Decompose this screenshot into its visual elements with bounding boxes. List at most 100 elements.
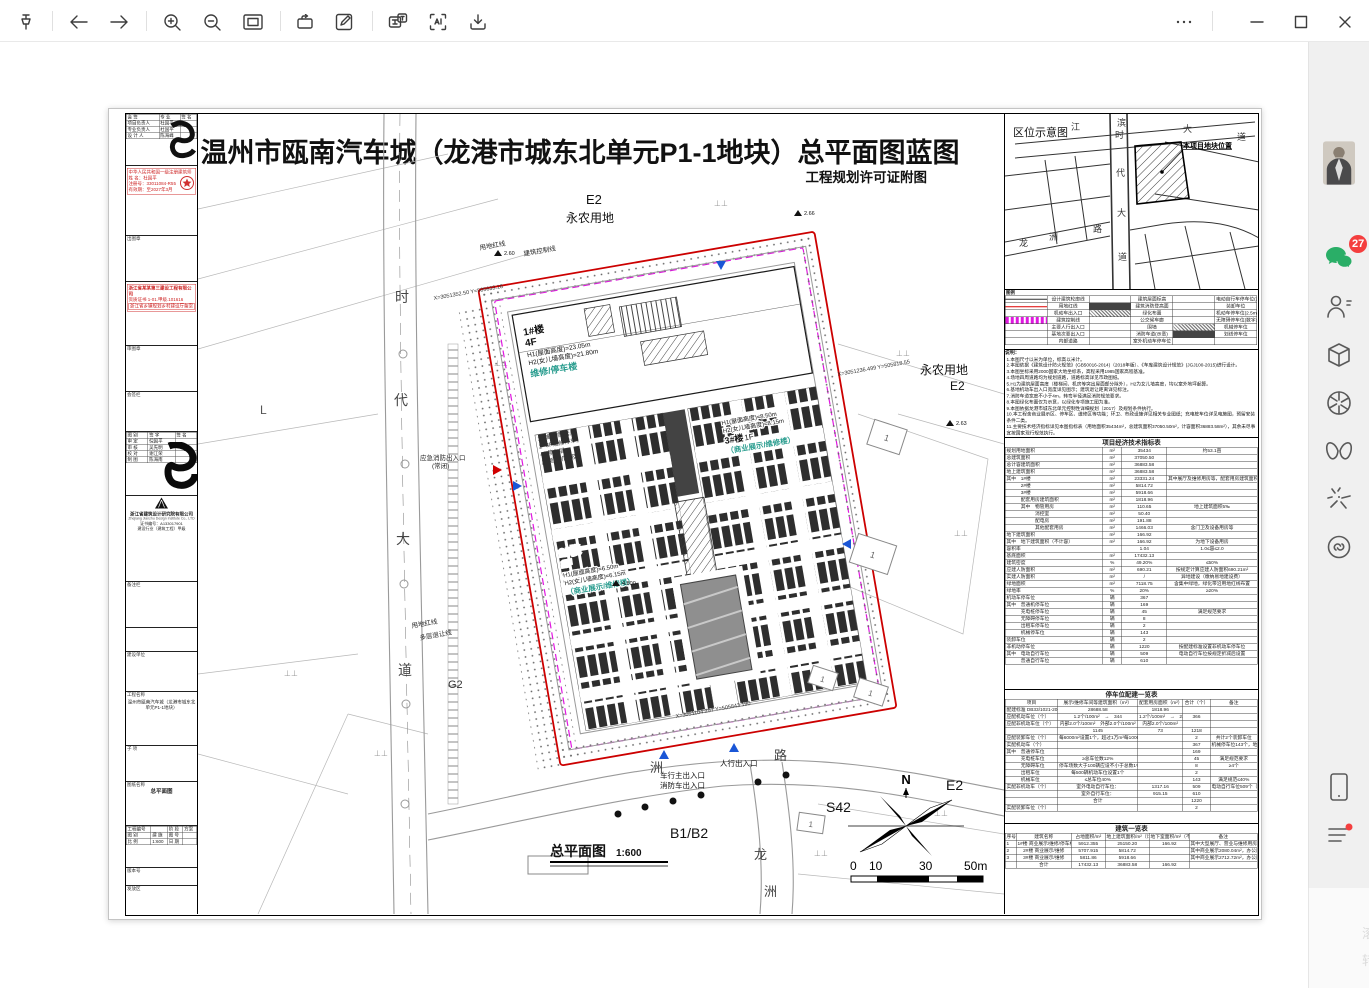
close-button[interactable] xyxy=(1331,8,1359,36)
sign-table-1: 会 签专 业签 名项目负责人杜国平专业负责人杜国平设 计 人陈海峰 xyxy=(126,114,197,139)
project-name: 温州市瓯南汽车城（龙港市城东北单元P1-1地块） xyxy=(126,698,197,711)
version-label: 版本号 xyxy=(126,868,142,874)
svg-text:S42: S42 xyxy=(826,799,851,815)
sheet-name: 总平面图 xyxy=(126,788,197,795)
parking-table: 项目展示/维修车间等建筑面积（m²）配套用房面积（m²）合计（个）备注配建标准 … xyxy=(1005,699,1258,812)
translate-icon[interactable] xyxy=(384,8,412,36)
fit-page-button[interactable] xyxy=(239,8,267,36)
building-section: 建筑一览表 序号建筑名称占地面积/m²地上建筑面积/m²（计容）地下室面积/m²… xyxy=(1005,824,1258,912)
svg-text:车行主出入口: 车行主出入口 xyxy=(660,770,705,780)
toolbar-separator xyxy=(52,11,53,31)
svg-text:B1/B2: B1/B2 xyxy=(670,825,708,841)
svg-text:G2: G2 xyxy=(448,679,463,691)
svg-text:1:600: 1:600 xyxy=(616,848,642,859)
svg-text:⊥⊥: ⊥⊥ xyxy=(814,849,828,858)
menu-icon[interactable] xyxy=(1323,819,1355,851)
seal-area-label: 出图章 xyxy=(126,236,142,242)
svg-text:用地红线: 用地红线 xyxy=(411,617,439,630)
svg-text:大: 大 xyxy=(1183,123,1192,134)
sheet-name-label: 图纸名称 xyxy=(126,782,146,788)
svg-text:2.60: 2.60 xyxy=(504,251,515,257)
forward-button[interactable] xyxy=(105,8,133,36)
countersign-label: 会签栏 xyxy=(126,392,142,398)
svg-text:4.800: 4.800 xyxy=(622,581,636,587)
svg-text:建筑控制线: 建筑控制线 xyxy=(523,243,557,258)
indicator-title: 项目经济技术指标表 xyxy=(1005,438,1258,447)
svg-text:洲: 洲 xyxy=(1049,232,1058,242)
spark-search-icon[interactable] xyxy=(1323,483,1355,515)
ocr-scan-button[interactable] xyxy=(424,8,452,36)
maximize-button[interactable] xyxy=(1287,8,1315,36)
svg-text:总平面图: 总平面图 xyxy=(550,843,606,859)
site-parcel: 1#楼 4F H1(屋面高度)=23.05m H2(女儿墙高度)=21.80m … xyxy=(456,232,898,774)
svg-text:路: 路 xyxy=(1093,223,1102,234)
svg-text:路: 路 xyxy=(774,748,787,763)
svg-text:N: N xyxy=(901,772,910,787)
notes-list: 1.本图尺寸以米为单位，标高以米计。2.本图依据《建筑设计防火规范》(GB500… xyxy=(1005,356,1258,437)
svg-text:E2: E2 xyxy=(950,379,965,393)
svg-text:大: 大 xyxy=(1117,207,1126,218)
svg-text:⊥⊥: ⊥⊥ xyxy=(954,529,968,538)
location-map: 本项目地块位置 区位示意图 江 滨 大 道 时 代 大 道 龙 洲 路 xyxy=(1005,114,1258,290)
back-button[interactable] xyxy=(65,8,93,36)
svg-text:龙: 龙 xyxy=(1019,237,1028,248)
issue-label: 发放区 xyxy=(126,886,142,892)
svg-text:代: 代 xyxy=(394,392,408,408)
svg-text:⊥⊥: ⊥⊥ xyxy=(714,199,728,208)
toolbar-separator xyxy=(1212,11,1213,31)
save-download-button[interactable] xyxy=(464,8,492,36)
building-title: 建筑一览表 xyxy=(1005,824,1258,833)
minimize-button[interactable] xyxy=(1243,8,1271,36)
svg-text:2.66: 2.66 xyxy=(804,211,815,217)
more-menu-button[interactable] xyxy=(1170,8,1198,36)
indicator-section: 项目经济技术指标表 规划用地面积m²35434约53.1亩总建筑面积m²3705… xyxy=(1005,438,1258,690)
parcel-marker-label: 本项目地块位置 xyxy=(1182,141,1232,150)
svg-text:E2: E2 xyxy=(586,192,602,207)
design-company: 浙江省建筑设计研究院有限公司 Zhejiang Jianzhu Design I… xyxy=(126,496,197,531)
svg-text:E2: E2 xyxy=(946,777,963,793)
zoom-in-button[interactable] xyxy=(158,8,186,36)
svg-text:消防车出入口: 消防车出入口 xyxy=(660,780,705,790)
blueprint-page: 会 签专 业签 名项目负责人杜国平专业负责人杜国平设 计 人陈海峰 中华人民共和… xyxy=(108,108,1262,920)
site-plan: 温州市瓯南汽车城（龙港市城东北单元P1-1地块）总平面图蓝图 工程规划许可证附图… xyxy=(198,114,1004,914)
company-logo xyxy=(154,497,169,509)
svg-text:时: 时 xyxy=(1115,129,1124,140)
contacts-icon[interactable] xyxy=(1323,291,1355,323)
subitem-label: 子 项 xyxy=(126,746,138,752)
avatar[interactable] xyxy=(1323,140,1355,186)
pin-icon[interactable] xyxy=(12,8,40,36)
parking-title: 停车位配建一览表 xyxy=(1005,690,1258,699)
building-table: 序号建筑名称占地面积/m²地上建筑面积/m²（计容）地下室面积/m²（不计容）备… xyxy=(1005,833,1258,869)
scale-bar: 0 10 30 50m xyxy=(850,859,987,882)
zoom-out-button[interactable] xyxy=(198,8,226,36)
favorites-box-icon[interactable] xyxy=(1323,339,1355,371)
document-viewer[interactable]: 会 签专 业签 名项目负责人杜国平专业负责人杜国平设 计 人陈海峰 中华人民共和… xyxy=(0,42,1308,988)
drawing-frame: 会 签专 业签 名项目负责人杜国平专业负责人杜国平设 计 人陈海峰 中华人民共和… xyxy=(125,113,1259,916)
svg-text:洲: 洲 xyxy=(764,884,777,899)
channels-aperture-icon[interactable] xyxy=(1323,387,1355,419)
location-map-title: 区位示意图 xyxy=(1013,125,1068,139)
svg-text:应急消防出入口: 应急消防出入口 xyxy=(420,453,466,462)
svg-text:多层退让线: 多层退让线 xyxy=(419,627,453,642)
wechat-chat-icon[interactable]: 27 xyxy=(1323,242,1355,274)
svg-text:滨: 滨 xyxy=(1117,117,1126,128)
rotate-button[interactable] xyxy=(291,8,319,36)
svg-text:(常闭): (常闭) xyxy=(432,461,449,470)
svg-text:道: 道 xyxy=(1118,251,1127,262)
drawing-subtitle: 工程规划许可证附图 xyxy=(806,169,928,185)
svg-text:人行出入口: 人行出入口 xyxy=(720,758,758,768)
legend-table: 设计建筑轮廓线建筑屋面标高电动自行车停车位(2.1m×1.0m)用地红线建筑消防… xyxy=(1005,296,1257,346)
svg-text:道: 道 xyxy=(398,662,412,678)
svg-text:用地红线: 用地红线 xyxy=(479,239,507,252)
svg-text:1F: 1F xyxy=(744,432,755,442)
svg-text:50m: 50m xyxy=(964,859,987,873)
title-block: 会 签专 业签 名项目负责人杜国平专业负责人杜国平设 计 人陈海峰 中华人民共和… xyxy=(126,114,198,914)
hint-char-1: 滚 xyxy=(1362,923,1369,942)
phone-icon[interactable] xyxy=(1323,771,1355,803)
edit-button[interactable] xyxy=(330,8,358,36)
svg-text:永农用地: 永农用地 xyxy=(920,363,968,377)
video-bowtie-icon[interactable] xyxy=(1323,435,1355,467)
sidebar-lower: 滚 转 xyxy=(1308,888,1369,988)
sign-table-2: 图 别签 字签 名审 定倪国平审 核吴先明校 对谢江荣制 图陈海南 xyxy=(126,432,197,463)
links-circle-icon[interactable] xyxy=(1323,531,1355,563)
